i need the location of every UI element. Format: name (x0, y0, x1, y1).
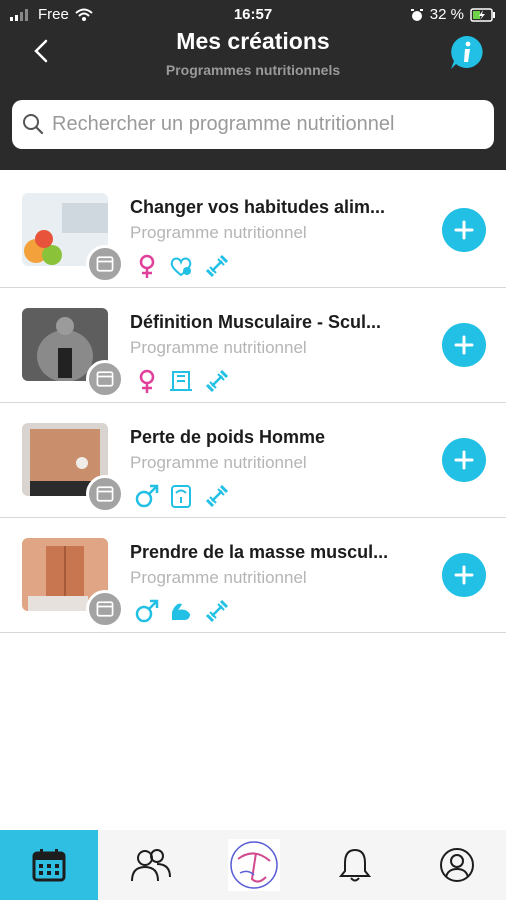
program-title: Changer vos habitudes alim... (130, 197, 386, 217)
alarm-icon (410, 8, 423, 21)
calendar-badge-icon (86, 360, 124, 398)
tab-bar (0, 830, 506, 900)
page-subtitle: Programmes nutritionnels (165, 62, 341, 78)
search-bar[interactable] (12, 100, 494, 149)
header: Free 16:57 32 % Mes créations Programmes (0, 0, 506, 170)
male-icon (135, 599, 159, 623)
program-subtitle: Programme nutritionnel (130, 338, 307, 357)
program-list: Changer vos habitudes alim... Programme … (0, 173, 506, 633)
community-icon (131, 849, 171, 882)
heart-icon (170, 257, 192, 277)
page-title: Mes créations (176, 28, 330, 54)
female-icon (139, 369, 155, 393)
bell-icon (339, 848, 371, 882)
logo (228, 839, 280, 891)
dumbbell-icon (205, 254, 229, 278)
add-program-button[interactable] (442, 323, 486, 367)
battery-icon (470, 7, 495, 22)
calendar-badge-icon (86, 245, 124, 283)
female-icon (139, 254, 155, 278)
calendar-badge-icon (86, 475, 124, 513)
dumbbell-icon (205, 484, 229, 508)
list-item[interactable]: Perte de poids Homme Programme nutrition… (0, 403, 506, 518)
profile-icon (440, 848, 474, 882)
program-title: Définition Musculaire - Scul... (130, 312, 382, 332)
battery-label: 32 % (429, 6, 464, 23)
dumbbell-icon (205, 599, 229, 623)
dumbbell-icon (205, 369, 229, 393)
list-item[interactable]: Prendre de la masse muscul... Programme … (0, 518, 506, 633)
program-title: Prendre de la masse muscul... (130, 542, 389, 562)
program-title: Perte de poids Homme (130, 427, 326, 447)
calendar-badge-icon (86, 590, 124, 628)
biceps-icon (172, 603, 190, 620)
program-subtitle: Programme nutritionnel (130, 568, 307, 587)
body-icon (170, 371, 192, 391)
add-program-button[interactable] (442, 208, 486, 252)
tab-logo[interactable] (203, 830, 303, 900)
info-button[interactable] (448, 34, 486, 72)
list-item[interactable]: Définition Musculaire - Scul... Programm… (0, 288, 506, 403)
search-input[interactable] (52, 100, 482, 149)
program-subtitle: Programme nutritionnel (130, 453, 307, 472)
add-program-button[interactable] (442, 553, 486, 597)
scale-icon (171, 485, 191, 508)
tab-community[interactable] (101, 830, 201, 900)
tab-profile[interactable] (407, 830, 506, 900)
status-bar: Free 16:57 32 % (0, 0, 506, 30)
program-subtitle: Programme nutritionnel (130, 223, 307, 242)
tab-calendar[interactable] (0, 830, 98, 900)
male-icon (135, 484, 159, 508)
search-icon (23, 114, 44, 135)
add-program-button[interactable] (442, 438, 486, 482)
calendar-icon (32, 849, 66, 882)
tab-notifications[interactable] (305, 830, 405, 900)
list-item[interactable]: Changer vos habitudes alim... Programme … (0, 173, 506, 288)
